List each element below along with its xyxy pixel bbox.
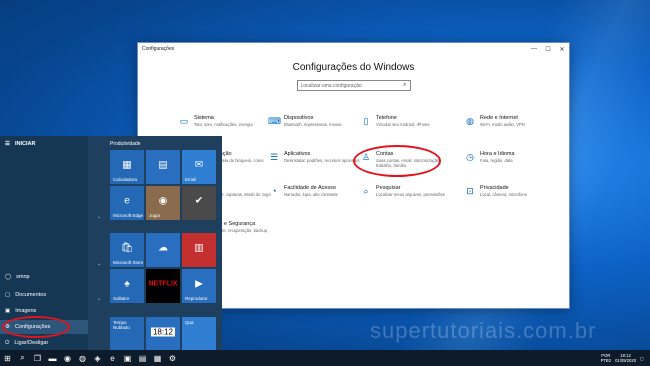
search-input[interactable]: Localizar uma configuração ⌕ xyxy=(296,80,411,91)
spotify-icon[interactable]: ◍ xyxy=(75,350,90,366)
monitor-icon: ▭ xyxy=(179,116,189,126)
hamburger-icon[interactable]: ☰ xyxy=(5,141,10,147)
image-icon: ▣ xyxy=(5,308,11,314)
windows-start-icon[interactable]: ⊞ xyxy=(0,350,15,366)
group-label: Produtividade xyxy=(110,141,141,147)
globe-icon: ◍ xyxy=(466,116,474,126)
tile-weather-now[interactable]: Tempo Nublado xyxy=(110,317,144,350)
rail-item-user[interactable]: ◯ smnp xyxy=(0,270,88,284)
document-icon: ▢ xyxy=(5,292,11,298)
category-privacidade[interactable]: ⊡ Privacidade Local, câmera, microfone xyxy=(464,185,559,197)
tile-games[interactable]: ◉ Jogar xyxy=(146,186,180,220)
devices-icon: ⌨ xyxy=(268,116,281,126)
clock[interactable]: 18:12 01/09/2020 xyxy=(615,353,636,363)
mail-icon: ✉ xyxy=(194,159,204,171)
play-icon: ▶ xyxy=(195,278,203,290)
rail-item-power[interactable]: ⏻ Ligar/Desligar xyxy=(0,336,88,350)
tile-weather-forecast[interactable]: Qua xyxy=(182,317,216,350)
task-view-icon[interactable]: ❐ xyxy=(30,350,45,366)
tile-calculator[interactable]: ▦ Calculadora xyxy=(110,150,144,184)
store-icon[interactable]: ▣ xyxy=(120,350,135,366)
start-header[interactable]: ☰ INICIAR xyxy=(5,141,35,147)
office-apps-icon: ▤ xyxy=(158,159,168,171)
category-hora[interactable]: ◷ Hora e Idioma Fala, região, data xyxy=(464,151,559,163)
rail-item-documents[interactable]: ▢ Documentos xyxy=(0,288,88,302)
edge-icon: e xyxy=(124,195,130,207)
calculator-icon: ▦ xyxy=(122,159,132,171)
tile-clock[interactable]: 18:12 xyxy=(146,317,180,350)
close-icon[interactable]: ✕ xyxy=(555,43,569,55)
tile-netflix[interactable]: NETFLIX xyxy=(146,269,180,303)
tile-news[interactable]: ▥ xyxy=(182,233,216,267)
chevron-down-icon[interactable]: ⌄ xyxy=(97,296,101,302)
explorer-icon[interactable]: ▬ xyxy=(45,350,60,366)
tile-solitaire[interactable]: ♠ Solitaire xyxy=(110,269,144,303)
lock-icon: ⊡ xyxy=(466,186,474,196)
category-rede[interactable]: ◍ Rede e Internet Wi-Fi, modo avião, VPN xyxy=(464,115,559,127)
chevron-down-icon[interactable]: ⌄ xyxy=(97,261,101,267)
tile-weather-strip[interactable]: ☁ xyxy=(146,233,180,267)
search-icon: ⌕ xyxy=(403,82,407,88)
search-icon[interactable]: ⌕ xyxy=(15,350,30,366)
window-title: Configurações xyxy=(142,46,175,52)
watermark: supertutoriais.com.br xyxy=(370,318,597,343)
category-aplicativos[interactable]: ☰ Aplicativos Desinstalar, padrões, recurs… xyxy=(268,151,363,163)
tile-email[interactable]: ✉ Email xyxy=(182,150,216,184)
search-placeholder: Localizar uma configuração xyxy=(300,82,362,89)
media-icon[interactable]: ◈ xyxy=(90,350,105,366)
page-title: Configurações do Windows xyxy=(292,62,415,73)
store-icon: 🛍 xyxy=(120,242,134,254)
tile-todo[interactable]: ✔ xyxy=(182,186,216,220)
category-sistema[interactable]: ▭ Sistema Tela, som, notificações, energia xyxy=(178,115,273,127)
phone-icon: ▯ xyxy=(363,116,369,126)
clock-language-icon: ◷ xyxy=(466,152,474,162)
search-icon: ⌕ xyxy=(363,186,369,196)
cards-icon: ♠ xyxy=(124,278,130,290)
category-acesso[interactable]: ◔ Facilidade de Acesso Narrador, lupa, alt… xyxy=(268,185,363,197)
taskbar: ⊞ ⌕ ❐ ▬ ◉ ◍ ◈ e ▣ ▤ ▦ ⚙ POR PTB2 18:12 01/… xyxy=(0,350,650,366)
title-bar: Configurações — ☐ ✕ xyxy=(138,43,569,55)
language-indicator[interactable]: POR PTB2 xyxy=(601,353,611,363)
gear-icon[interactable]: ⚙ xyxy=(165,350,180,366)
user-icon: ◯ xyxy=(5,274,12,280)
news-icon: ▥ xyxy=(194,242,204,254)
minimize-icon[interactable]: — xyxy=(527,43,541,55)
chevron-down-icon[interactable]: ⌄ xyxy=(97,214,101,220)
system-tray: POR PTB2 18:12 01/09/2020 ▢ xyxy=(601,353,650,363)
edge-icon[interactable]: e xyxy=(105,350,120,366)
photo-icon: ◉ xyxy=(158,195,168,207)
category-pesquisar[interactable]: ⌕ Pesquisar Localizar meus arquivos, permi… xyxy=(360,185,455,197)
category-dispositivos[interactable]: ⌨ Dispositivos Bluetooth, impressoras, mou… xyxy=(268,115,363,127)
tile-edge[interactable]: e Microsoft Edge xyxy=(110,186,144,220)
highlight-ring-settings xyxy=(2,316,70,338)
tile-player[interactable]: ▶ Reprodutor xyxy=(182,269,216,303)
weather-icon: ☁ xyxy=(158,242,168,254)
power-icon: ⏻ xyxy=(5,339,10,346)
accessibility-icon: ◔ xyxy=(271,186,277,196)
category-telefone[interactable]: ▯ Telefone Vincular seu Android, iPhone xyxy=(360,115,455,127)
highlight-ring-contas xyxy=(353,145,441,177)
maximize-icon[interactable]: ☐ xyxy=(541,43,555,55)
tile-store[interactable]: 🛍 Microsoft Store xyxy=(110,233,144,267)
notifications-icon[interactable]: ▢ xyxy=(640,356,644,361)
chrome-icon[interactable]: ◉ xyxy=(60,350,75,366)
app-icon[interactable]: ▤ xyxy=(135,350,150,366)
app-icon[interactable]: ▦ xyxy=(150,350,165,366)
apps-icon: ☰ xyxy=(269,152,279,162)
checkmark-icon: ✔ xyxy=(194,195,204,207)
tile-office-group[interactable]: ▤ xyxy=(146,150,180,184)
